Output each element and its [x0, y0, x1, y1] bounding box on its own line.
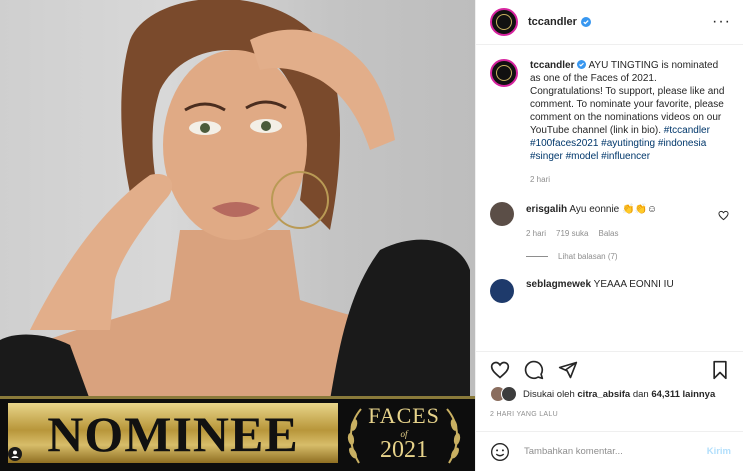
- post-comment-button[interactable]: Kirim: [707, 446, 731, 457]
- view-replies-button[interactable]: Lihat balasan (7): [526, 252, 731, 261]
- likes-prefix: Disukai oleh: [523, 388, 575, 400]
- comment-likes[interactable]: 719 suka: [556, 229, 588, 238]
- avatar: [501, 386, 517, 402]
- comments-list[interactable]: tccandler AYU TINGTING is nominated as o…: [476, 45, 743, 350]
- emoji-icon[interactable]: [490, 442, 510, 462]
- comment-text: YEAAA EONNI IU: [593, 279, 674, 290]
- likes-summary: Disukai oleh citra_absifa dan 64,311 lai…: [490, 386, 729, 402]
- header-username[interactable]: tccandler: [528, 16, 577, 28]
- nominee-plate: NOMINEE: [8, 403, 338, 463]
- comment-item: erisgalih Ayu eonnie 👏👏☺ 2 hari 719 suka…: [490, 202, 731, 238]
- view-replies-label: Lihat balasan (7): [558, 252, 618, 261]
- faces-2021-badge: FACES of 2021: [345, 401, 463, 467]
- tagged-user-icon[interactable]: [8, 447, 22, 461]
- post-image[interactable]: NOMINEE FACES of 2021: [0, 0, 475, 471]
- comment-time[interactable]: 2 hari: [526, 229, 546, 238]
- likes-and: dan: [632, 388, 649, 400]
- comment-text: Ayu eonnie 👏👏☺: [569, 204, 658, 215]
- reply-button[interactable]: Balas: [598, 229, 618, 238]
- comment-username[interactable]: erisgalih: [526, 204, 567, 215]
- portrait-illustration: [0, 0, 470, 400]
- post-details-panel: tccandler ··· tccandler AYU TINGTING is …: [475, 0, 743, 471]
- avatar[interactable]: [490, 202, 514, 226]
- comment-like-icon[interactable]: [718, 210, 729, 221]
- save-bookmark-icon[interactable]: [711, 360, 729, 380]
- laurel-icon: [347, 408, 461, 464]
- comment-input[interactable]: [522, 445, 707, 458]
- caption-time[interactable]: 2 hari: [530, 173, 731, 186]
- instagram-post-modal: NOMINEE FACES of 2021 tccandler ··· tcca…: [0, 0, 743, 471]
- comment-item: seblagmewek YEAAA EONNI IU: [490, 279, 731, 303]
- comment-username[interactable]: seblagmewek: [526, 279, 591, 290]
- avatar[interactable]: [490, 279, 514, 303]
- comment-icon[interactable]: [524, 360, 544, 380]
- likes-count[interactable]: 64,311 lainnya: [651, 389, 715, 400]
- avatar[interactable]: [490, 8, 518, 36]
- post-header: tccandler ···: [476, 0, 743, 45]
- verified-badge-icon: [577, 60, 587, 69]
- post-caption: tccandler AYU TINGTING is nominated as o…: [490, 59, 731, 186]
- like-icon[interactable]: [490, 360, 510, 380]
- caption-avatar[interactable]: [490, 59, 518, 87]
- post-actions: Disukai oleh citra_absifa dan 64,311 lai…: [476, 351, 743, 418]
- nominee-banner: NOMINEE FACES of 2021: [0, 396, 475, 471]
- more-options-icon[interactable]: ···: [712, 13, 731, 31]
- caption-username[interactable]: tccandler: [530, 60, 574, 71]
- verified-badge-icon: [580, 17, 591, 27]
- nominee-text: NOMINEE: [47, 406, 299, 462]
- post-date[interactable]: 2 HARI YANG LALU: [490, 411, 729, 418]
- likes-user[interactable]: citra_absifa: [577, 389, 630, 400]
- add-comment-bar: Kirim: [476, 431, 743, 471]
- share-icon[interactable]: [558, 360, 578, 380]
